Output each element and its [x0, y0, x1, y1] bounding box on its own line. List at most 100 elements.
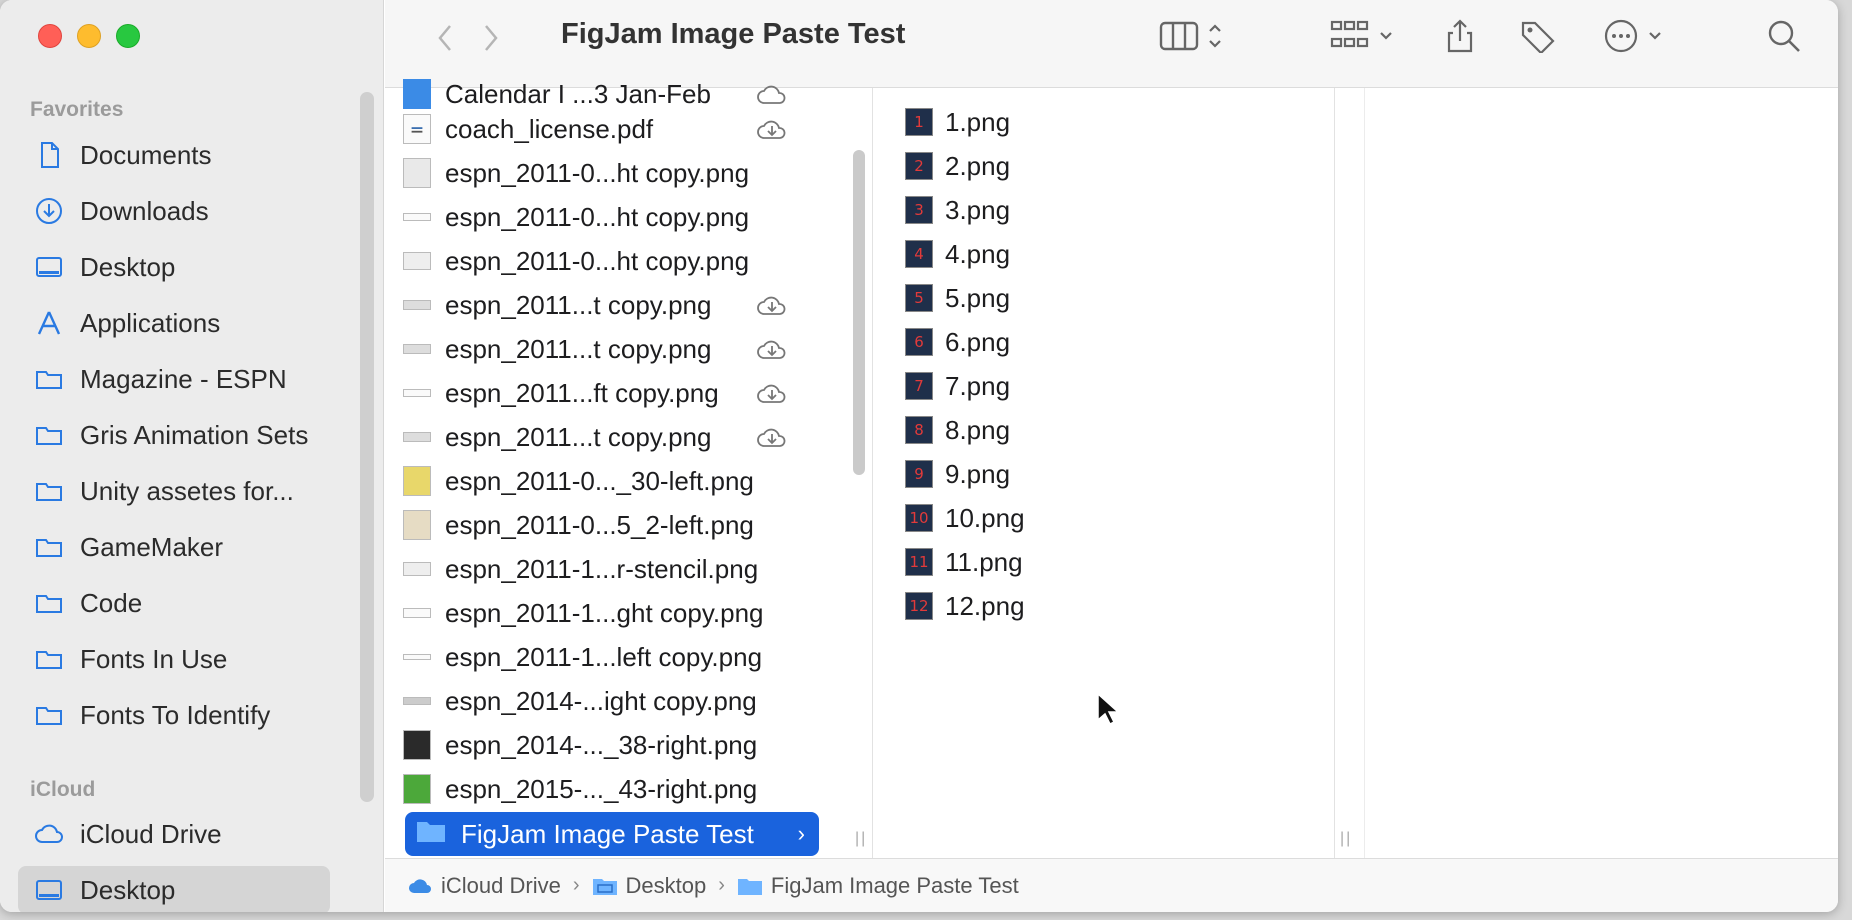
sidebar-item-icloud-drive[interactable]: iCloud Drive: [18, 810, 330, 858]
cloud-icon: [34, 819, 64, 849]
sidebar-item-label: Fonts To Identify: [80, 699, 271, 730]
forward-button[interactable]: [471, 18, 511, 58]
image-file-icon: [403, 608, 431, 618]
sidebar-item-label: Desktop: [80, 251, 176, 282]
image-thumbnail: 12: [905, 592, 933, 620]
share-icon: [1447, 19, 1473, 53]
chevron-right-icon: ›: [797, 821, 805, 846]
list-item[interactable]: espn_2011...t copy.png: [403, 415, 809, 459]
window-title: FigJam Image Paste Test: [561, 18, 906, 50]
view-mode-button[interactable]: [1159, 16, 1223, 56]
sidebar-item-label: Magazine - ESPN: [80, 363, 287, 394]
more-actions-button[interactable]: [1603, 16, 1663, 56]
sidebar-item-documents[interactable]: Documents: [18, 131, 330, 179]
list-item[interactable]: coach_license.pdf: [403, 107, 809, 151]
zoom-window-button[interactable]: [116, 24, 140, 48]
sidebar-item-label: Fonts In Use: [80, 643, 228, 674]
column-divider: [1334, 88, 1335, 858]
image-thumbnail: 10: [905, 504, 933, 532]
cloud-download-icon[interactable]: [755, 116, 789, 142]
list-item[interactable]: espn_2011-0...ht copy.png: [403, 195, 809, 239]
image-file-icon: [403, 774, 431, 804]
chevron-down-icon: [1380, 32, 1392, 40]
list-item[interactable]: espn_2011-0...5_2-left.png: [403, 503, 809, 547]
image-file-icon: [403, 300, 431, 310]
sidebar-item-unity-assets[interactable]: Unity assetes for...: [18, 467, 330, 515]
list-item[interactable]: espn_2015-..._43-right.png: [403, 767, 809, 811]
folder-icon: [34, 588, 64, 618]
column-resize-handle[interactable]: ||: [855, 830, 867, 848]
sidebar-item-code[interactable]: Code: [18, 579, 330, 627]
list-item[interactable]: espn_2011-0...ht copy.png: [403, 151, 809, 195]
image-file-icon: [403, 654, 431, 660]
sidebar-item-gamemaker[interactable]: GameMaker: [18, 523, 330, 571]
sidebar-item-gris-animation-sets[interactable]: Gris Animation Sets: [18, 411, 330, 459]
cloud-download-icon[interactable]: [755, 380, 789, 406]
sidebar-item-fonts-in-use[interactable]: Fonts In Use: [18, 635, 330, 683]
cloud-download-icon[interactable]: [755, 81, 789, 107]
cloud-download-icon[interactable]: [755, 292, 789, 318]
list-item[interactable]: espn_2011-1...r-stencil.png: [403, 547, 809, 591]
cloud-download-icon[interactable]: [755, 336, 789, 362]
sidebar-item-desktop[interactable]: Desktop: [18, 243, 330, 291]
list-item[interactable]: espn_2011-0..._30-left.png: [403, 459, 809, 503]
search-button[interactable]: [1767, 16, 1801, 56]
list-item[interactable]: 10 10.png: [905, 498, 1025, 538]
list-item[interactable]: 7 7.png: [905, 366, 1010, 406]
breadcrumb-desktop[interactable]: Desktop: [592, 873, 706, 899]
image-file-icon: [403, 158, 431, 188]
column-resize-handle[interactable]: ||: [1340, 830, 1352, 848]
sidebar-item-icloud-desktop[interactable]: Desktop: [18, 866, 330, 912]
pdf-file-icon: [403, 114, 431, 144]
column-scrollbar[interactable]: [853, 150, 865, 475]
list-item[interactable]: 4 4.png: [905, 234, 1010, 274]
column-preview: [1364, 88, 1834, 858]
sidebar-item-fonts-to-identify[interactable]: Fonts To Identify: [18, 691, 330, 739]
list-item[interactable]: espn_2011...t copy.png: [403, 283, 809, 327]
sidebar-item-magazine-espn[interactable]: Magazine - ESPN: [18, 355, 330, 403]
columns-view-icon: [1159, 21, 1199, 51]
chevron-updown-icon: [1209, 24, 1221, 48]
list-item[interactable]: espn_2011...ft copy.png: [403, 371, 809, 415]
group-button[interactable]: [1330, 16, 1394, 56]
breadcrumb-icloud-drive[interactable]: iCloud Drive: [407, 873, 561, 899]
breadcrumb-separator: ›: [572, 874, 580, 896]
list-item[interactable]: 11 11.png: [905, 542, 1023, 582]
breadcrumb-figjam-folder[interactable]: FigJam Image Paste Test: [737, 873, 1019, 899]
folder-icon: [403, 79, 431, 109]
sidebar-item-label: Unity assetes for...: [80, 475, 294, 506]
list-item[interactable]: 3 3.png: [905, 190, 1010, 230]
desktop-icon: [34, 252, 64, 282]
desktop-folder-icon: [592, 878, 617, 895]
list-item[interactable]: espn_2011-1...left copy.png: [403, 635, 809, 679]
list-item[interactable]: 8 8.png: [905, 410, 1010, 450]
column-desktop: Calendar I ...3 Jan-Feb coach_license.pd…: [385, 79, 845, 858]
image-thumbnail: 1: [905, 108, 933, 136]
sidebar-item-applications[interactable]: Applications: [18, 299, 330, 347]
list-item[interactable]: 9 9.png: [905, 454, 1010, 494]
share-button[interactable]: [1443, 16, 1477, 56]
list-item[interactable]: 2 2.png: [905, 146, 1010, 186]
close-window-button[interactable]: [38, 24, 62, 48]
back-button[interactable]: [425, 18, 465, 58]
sidebar-scrollbar[interactable]: [360, 92, 374, 802]
image-file-icon: [403, 389, 431, 397]
list-item[interactable]: 1 1.png: [905, 102, 1010, 142]
list-item[interactable]: espn_2014-...ight copy.png: [403, 679, 809, 723]
tags-button[interactable]: [1519, 16, 1557, 56]
list-item[interactable]: 12 12.png: [905, 586, 1025, 626]
sidebar-item-label: Applications: [80, 307, 221, 338]
list-item[interactable]: 5 5.png: [905, 278, 1010, 318]
sidebar-item-downloads[interactable]: Downloads: [18, 187, 330, 235]
list-item[interactable]: espn_2011...t copy.png: [403, 327, 809, 371]
list-item[interactable]: espn_2011-0...ht copy.png: [403, 239, 809, 283]
list-item[interactable]: espn_2014-..._38-right.png: [403, 723, 809, 767]
cloud-download-icon[interactable]: [755, 424, 789, 450]
breadcrumb-separator: ›: [718, 874, 725, 896]
minimize-window-button[interactable]: [77, 24, 101, 48]
list-item[interactable]: 6 6.png: [905, 322, 1010, 362]
list-item[interactable]: espn_2011-1...ght copy.png: [403, 591, 809, 635]
list-item-selected-folder[interactable]: FigJam Image Paste Test ›: [405, 812, 819, 856]
sidebar-item-label: Desktop: [80, 874, 176, 905]
icloud-header: iCloud: [30, 778, 96, 801]
